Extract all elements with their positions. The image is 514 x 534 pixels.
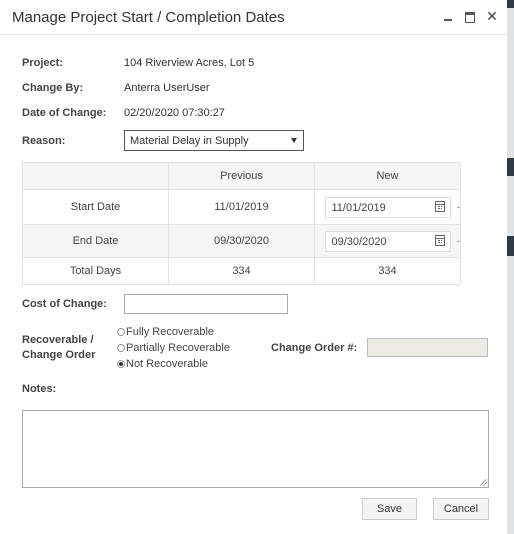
previous-start-date: 11/01/2019 xyxy=(168,189,315,225)
cost-of-change-input[interactable] xyxy=(124,294,288,314)
radio-fully-recoverable[interactable]: Fully Recoverable xyxy=(117,326,214,338)
new-start-date-input[interactable]: 11/01/2019 xyxy=(324,196,451,218)
reason-selected-value: Material Delay in Supply xyxy=(130,135,249,147)
notes-textarea[interactable] xyxy=(22,410,489,488)
row-label: Total Days xyxy=(22,257,169,285)
change-by-label: Change By: xyxy=(22,82,84,94)
overflow-mark: - xyxy=(457,236,460,246)
radio-label: Fully Recoverable xyxy=(126,326,215,338)
close-icon[interactable]: ✕ xyxy=(485,9,499,23)
table-header-row: Previous New xyxy=(22,162,461,190)
column-header-previous: Previous xyxy=(168,162,315,190)
save-button[interactable]: Save xyxy=(362,498,417,520)
recoverable-label-line2: Change Order xyxy=(22,349,96,361)
radio-label: Partially Recoverable xyxy=(126,342,230,354)
radio-partially-recoverable[interactable]: Partially Recoverable xyxy=(117,342,230,354)
new-start-date-cell: 11/01/2019 xyxy=(314,189,461,225)
new-start-date-value: 11/01/2019 xyxy=(331,201,386,214)
dialog-title: Manage Project Start / Completion Dates xyxy=(12,9,285,26)
cost-of-change-label: Cost of Change: xyxy=(22,298,107,310)
dialog-window: Manage Project Start / Completion Dates … xyxy=(0,0,507,534)
reason-label: Reason: xyxy=(22,135,66,147)
dropdown-caret-icon xyxy=(291,138,297,143)
minimize-icon[interactable] xyxy=(441,9,455,23)
table-row-start-date: Start Date 11/01/2019 11/01/2019 xyxy=(22,189,461,225)
project-value: 104 Riverview Acres, Lot 5 xyxy=(124,57,255,69)
previous-total-days: 334 xyxy=(168,257,315,285)
change-order-input xyxy=(367,338,488,357)
radio-button-selected-icon xyxy=(117,360,125,368)
row-label: End Date xyxy=(22,224,169,258)
change-order-label: Change Order #: xyxy=(271,342,358,354)
background-panel xyxy=(507,256,514,534)
maximize-icon[interactable] xyxy=(463,9,477,23)
background-panel xyxy=(507,8,514,158)
dates-table: Previous New Start Date 11/01/2019 11/01… xyxy=(22,162,461,285)
title-bar: Manage Project Start / Completion Dates … xyxy=(0,0,507,35)
column-header-label xyxy=(22,162,169,190)
date-of-change-label: Date of Change: xyxy=(22,107,107,119)
radio-button-icon xyxy=(117,344,125,352)
row-label: Start Date xyxy=(22,189,169,225)
date-of-change-value: 02/20/2020 07:30:27 xyxy=(124,107,225,119)
radio-button-icon xyxy=(117,328,125,336)
recoverable-label-line1: Recoverable / xyxy=(22,334,94,346)
overflow-mark: - xyxy=(457,202,460,212)
table-row-end-date: End Date 09/30/2020 09/30/2020 xyxy=(22,224,461,258)
change-by-value: Anterra UserUser xyxy=(124,82,210,94)
background-window-strip xyxy=(507,0,514,534)
calendar-icon[interactable] xyxy=(434,200,445,212)
radio-label: Not Recoverable xyxy=(126,358,208,370)
cancel-button[interactable]: Cancel xyxy=(433,498,489,520)
resize-grip-icon[interactable] xyxy=(480,479,487,486)
column-header-new: New xyxy=(314,162,461,190)
calendar-icon[interactable] xyxy=(434,234,445,246)
new-end-date-cell: 09/30/2020 xyxy=(314,224,461,258)
notes-label: Notes: xyxy=(22,383,57,395)
project-label: Project: xyxy=(22,57,63,69)
radio-not-recoverable[interactable]: Not Recoverable xyxy=(117,358,208,370)
reason-select[interactable]: Material Delay in Supply xyxy=(124,130,304,151)
new-end-date-value: 09/30/2020 xyxy=(331,235,387,248)
table-row-total-days: Total Days 334 334 xyxy=(22,257,461,285)
new-total-days: 334 xyxy=(314,257,461,285)
background-panel xyxy=(507,176,514,236)
previous-end-date: 09/30/2020 xyxy=(168,224,315,258)
new-end-date-input[interactable]: 09/30/2020 xyxy=(324,230,451,252)
